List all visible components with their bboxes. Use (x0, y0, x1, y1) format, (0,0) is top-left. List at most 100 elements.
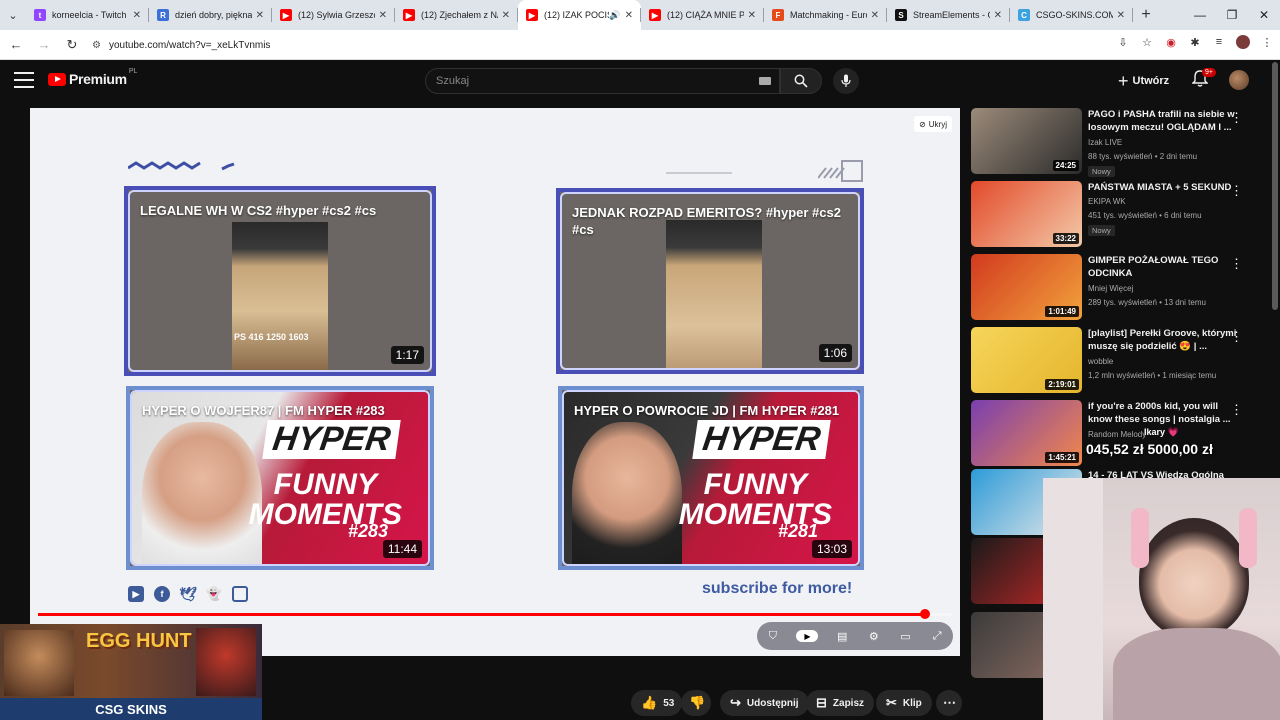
close-tab-icon[interactable]: ✕ (1117, 10, 1125, 21)
channel-name[interactable]: Izak LIVE (1088, 138, 1122, 147)
more-actions-button[interactable]: ⋯ (936, 690, 962, 716)
tab-favicon-icon: ▶ (526, 9, 538, 21)
share-button[interactable]: ↪ Udostępnij (720, 690, 809, 716)
snapchat-icon[interactable]: 👻 (206, 586, 222, 602)
recommended-video[interactable]: 1:01:49 GIMPER POŻAŁOWAŁ TEGO ODCINKA Mnie… (971, 254, 1271, 320)
video-options-icon[interactable]: ⋮ (1230, 402, 1243, 418)
theater-mode-icon[interactable]: ▭ (897, 628, 913, 644)
site-info-icon[interactable]: ⚙ (92, 40, 101, 51)
keyboard-icon[interactable] (759, 77, 771, 85)
endscreen-video-card-4[interactable]: HYPER FUNNY MOMENTS #281 HYPER O POWROCIE… (558, 386, 864, 570)
endscreen-video-card-1[interactable]: PS 416 1250 1603 LEGALNE WH W CS2 #hyper… (124, 186, 436, 376)
clip-button[interactable]: ✂ Klip (876, 690, 932, 716)
fullscreen-icon[interactable]: ⤢ (929, 628, 945, 644)
video-thumbnail[interactable]: 1:01:49 (971, 254, 1082, 320)
video-title[interactable]: PAGO i PASHA trafili na siebie w losowym… (1088, 108, 1238, 134)
close-tab-icon[interactable]: ✕ (256, 10, 264, 21)
voice-search-button[interactable] (833, 68, 859, 94)
progress-bar[interactable] (38, 609, 952, 619)
install-app-icon[interactable]: ⇩ (1116, 35, 1130, 49)
reading-list-icon[interactable]: ≡ (1212, 35, 1226, 49)
card-title: HYPER O WOJFER87 | FM HYPER #283 (142, 403, 385, 418)
channel-name[interactable]: Random Melody (1088, 430, 1146, 439)
endscreen-video-card-3[interactable]: HYPER FUNNY MOMENTS #283 HYPER O WOJFER87… (126, 386, 434, 570)
video-options-icon[interactable]: ⋮ (1230, 183, 1243, 199)
facebook-icon[interactable]: f (154, 586, 170, 602)
like-button[interactable]: 👍 53 (631, 690, 683, 716)
profile-avatar-icon[interactable] (1236, 35, 1250, 49)
search-button[interactable] (780, 68, 822, 94)
notifications-button[interactable]: 9+ (1191, 68, 1216, 90)
video-thumbnail[interactable]: 24:25 (971, 108, 1082, 174)
browser-tab[interactable]: Rdzień dobry, piękna s ✕ (149, 0, 272, 30)
video-thumbnail[interactable]: 2:19:01 (971, 327, 1082, 393)
minimize-icon[interactable]: — (1184, 0, 1216, 30)
close-tab-icon[interactable]: ✕ (625, 10, 633, 21)
reload-icon[interactable]: ↻ (60, 33, 84, 57)
bookmark-star-icon[interactable]: ☆ (1140, 35, 1154, 49)
hide-endscreen-button[interactable]: ⊘ Ukryj (914, 116, 952, 132)
browser-tab[interactable]: C CSGO-SKINS.COM - ✕ (1010, 0, 1133, 30)
browser-tab[interactable]: S StreamElements - Giv ✕ (887, 0, 1010, 30)
video-player[interactable]: ⊘ Ukryj PS 416 1250 1603 LEGALNE WH W CS… (30, 108, 960, 656)
subtitles-icon[interactable]: ▤ (834, 628, 850, 644)
video-title[interactable]: GIMPER POŻAŁOWAŁ TEGO ODCINKA (1088, 254, 1238, 280)
maximize-icon[interactable]: ❐ (1216, 0, 1248, 30)
browser-tab[interactable]: t korneelcia - Twitch ✕ (26, 0, 149, 30)
video-thumbnail[interactable]: 33:22 (971, 181, 1082, 247)
video-title[interactable]: PAŃSTWA MIASTA + 5 SEKUND (1088, 181, 1238, 194)
instagram-icon[interactable] (232, 586, 248, 602)
youtube-icon[interactable]: ▶ (128, 586, 144, 602)
video-options-icon[interactable]: ⋮ (1230, 110, 1243, 126)
browser-tab[interactable]: ▶ (12) Sylwia Grzeszcza ✕ (272, 0, 395, 30)
video-thumbnail[interactable]: 1:45:21 (971, 400, 1082, 466)
progress-scrubber[interactable] (919, 609, 930, 619)
search-input[interactable]: Szukaj (425, 68, 780, 94)
channel-name[interactable]: wobble (1088, 357, 1113, 366)
video-options-icon[interactable]: ⋮ (1230, 256, 1243, 272)
close-tab-icon[interactable]: ✕ (994, 10, 1002, 21)
endscreen-video-card-2[interactable]: JEDNAK ROZPAD EMERITOS? #hyper #cs2 #cs … (556, 188, 864, 374)
close-window-icon[interactable]: ✕ (1248, 0, 1280, 30)
recommended-video[interactable]: 24:25 PAGO i PASHA trafili na siebie w lo… (971, 108, 1271, 177)
tab-audio-icon[interactable]: 🔊 (609, 10, 620, 21)
video-options-icon[interactable]: ⋮ (1230, 329, 1243, 345)
extension-red-icon[interactable]: ◉ (1164, 35, 1178, 49)
back-icon[interactable]: ← (4, 33, 28, 57)
close-tab-icon[interactable]: ✕ (748, 10, 756, 21)
stripe-decoration (818, 160, 863, 182)
eye-off-icon: ⊘ (919, 119, 926, 129)
browser-tab[interactable]: ▶ (12) CIĄŻA MNIE PO ✕ (641, 0, 764, 30)
save-button[interactable]: ⊟ Zapisz (806, 690, 875, 716)
recommended-video[interactable]: 33:22 PAŃSTWA MIASTA + 5 SEKUND EKIPA WK 45… (971, 181, 1271, 247)
url-field[interactable]: ⚙ youtube.com/watch?v=_xeLkTvnmis (84, 34, 1144, 56)
twitter-icon[interactable]: 🕊 (179, 586, 197, 602)
recommended-video[interactable]: 2:19:01 [playlist] Perełki Groove, którym… (971, 327, 1271, 393)
close-tab-icon[interactable]: ✕ (379, 10, 387, 21)
extensions-puzzle-icon[interactable]: ✱ (1188, 35, 1202, 49)
video-title[interactable]: if you're a 2000s kid, you will know the… (1088, 400, 1238, 426)
address-bar-row: ← → ↻ ⚙ youtube.com/watch?v=_xeLkTvnmis … (0, 30, 1280, 60)
channel-name[interactable]: Mniej Więcej (1088, 284, 1133, 293)
browser-tab[interactable]: ▶ (12) IZAK POCISN🔊 ✕ (518, 0, 641, 30)
account-avatar[interactable] (1229, 70, 1249, 90)
create-button[interactable]: + Utwórz (1118, 72, 1169, 90)
menu-icon[interactable] (14, 72, 34, 88)
video-title[interactable]: [playlist] Perełki Groove, którymi muszę… (1088, 327, 1238, 353)
browser-menu-icon[interactable]: ⋮ (1260, 35, 1274, 49)
tab-search-icon[interactable]: ⌄ (0, 0, 26, 30)
settings-gear-icon[interactable]: ⚙ (866, 628, 882, 644)
youtube-premium-logo[interactable]: Premium PL (48, 68, 137, 87)
channel-name[interactable]: EKIPA WK (1088, 197, 1126, 206)
dislike-button[interactable]: 👎 (681, 690, 711, 716)
close-tab-icon[interactable]: ✕ (502, 10, 510, 21)
close-tab-icon[interactable]: ✕ (133, 10, 141, 21)
browser-tab[interactable]: ▶ (12) Zjechałem z NA ✕ (395, 0, 518, 30)
miniplayer-shield-icon[interactable]: ⛉ (765, 628, 781, 644)
forward-icon[interactable]: → (32, 33, 56, 57)
browser-tab[interactable]: F Matchmaking - Euro ✕ (764, 0, 887, 30)
close-tab-icon[interactable]: ✕ (871, 10, 879, 21)
autoplay-toggle[interactable]: ▶ (796, 630, 819, 642)
page-scrollbar[interactable] (1272, 62, 1278, 310)
new-tab-button[interactable]: + (1133, 6, 1159, 24)
